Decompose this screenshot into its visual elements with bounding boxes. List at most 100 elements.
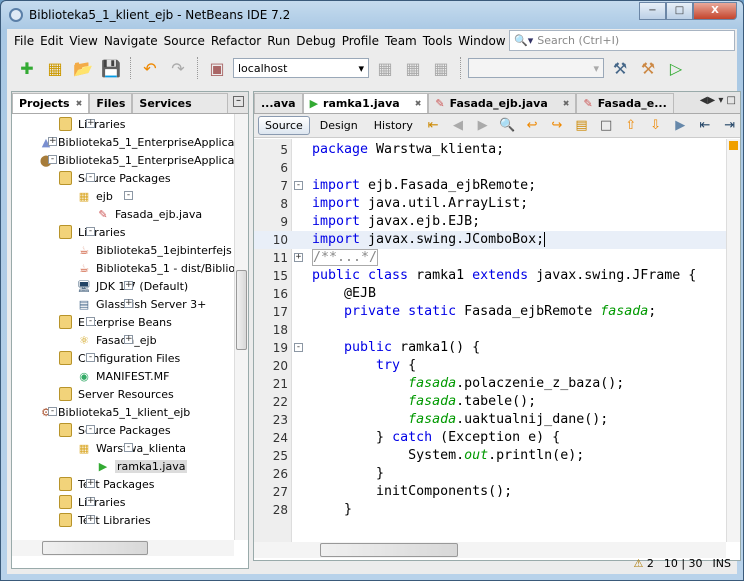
last-edit-icon[interactable]: ⇤: [423, 114, 444, 138]
expand-icon[interactable]: +: [86, 497, 95, 506]
shift-left-icon[interactable]: ⇤: [695, 114, 716, 138]
prev-bookmark-icon[interactable]: ⇧: [621, 114, 642, 138]
find-next-icon[interactable]: ↪: [546, 114, 567, 138]
mode-source[interactable]: Source: [258, 116, 310, 135]
code-line[interactable]: 22 fasada.tabele();: [254, 393, 726, 411]
collapse-fold-icon[interactable]: -: [294, 181, 303, 190]
forward-icon[interactable]: ▶: [472, 114, 493, 138]
menu-view[interactable]: View: [66, 34, 100, 48]
code-line[interactable]: 28 }: [254, 501, 726, 519]
collapse-icon[interactable]: -: [86, 317, 95, 326]
code-line[interactable]: 24 } catch (Exception e) {: [254, 429, 726, 447]
code-line[interactable]: 9 import javax.ejb.EJB;: [254, 213, 726, 231]
code-line[interactable]: 16 @EJB: [254, 285, 726, 303]
tree-item[interactable]: + Libraries: [57, 493, 126, 511]
tab-services[interactable]: Services: [132, 93, 229, 113]
tree-item[interactable]: + Test Packages: [57, 475, 154, 493]
collapse-icon[interactable]: -: [124, 191, 133, 200]
tasks-indicator[interactable]: ⚠ 2: [633, 557, 653, 570]
collapse-icon[interactable]: -: [86, 425, 95, 434]
tree-item[interactable]: ☕ Biblioteka5_1ejbinterfejs - dist: [76, 241, 234, 259]
collapse-fold-icon[interactable]: -: [294, 343, 303, 352]
tree-item[interactable]: + 🖥 JDK 1.7 (Default): [76, 277, 188, 295]
server-select[interactable]: localhost ▾: [233, 58, 369, 78]
code-line[interactable]: 10 import javax.swing.JComboBox;: [254, 231, 726, 249]
tree-item[interactable]: ☕ Biblioteka5_1 - dist/Biblioteka: [76, 259, 234, 277]
expand-icon[interactable]: +: [48, 137, 57, 146]
close-button[interactable]: X: [693, 2, 737, 20]
code-line[interactable]: 23 fasada.uaktualnij_dane();: [254, 411, 726, 429]
minimize-button[interactable]: −: [639, 2, 666, 20]
tab-files[interactable]: Files: [89, 93, 133, 113]
menu-team[interactable]: Team: [382, 34, 420, 48]
collapse-icon[interactable]: -: [124, 443, 133, 452]
undo-icon[interactable]: ↶: [138, 56, 162, 80]
code-line[interactable]: 7- import ejb.Fasada_ejbRemote;: [254, 177, 726, 195]
editor-tab[interactable]: ▶ ramka1.java ✖: [302, 93, 429, 113]
tree-item[interactable]: ▶ ramka1.java: [95, 457, 188, 475]
editor-vertical-scrollbar[interactable]: [726, 139, 740, 542]
menu-navigate[interactable]: Navigate: [101, 34, 161, 48]
code-line[interactable]: 11 + /**...*/: [254, 249, 726, 267]
code-line[interactable]: 25 System.out.println(e);: [254, 447, 726, 465]
expand-icon[interactable]: +: [86, 479, 95, 488]
server-config-icon[interactable]: ▦: [429, 56, 453, 80]
expand-icon[interactable]: +: [86, 119, 95, 128]
tree-item[interactable]: ◉ MANIFEST.MF: [76, 367, 169, 385]
code-line[interactable]: 21 fasada.polaczenie_z_baza();: [254, 375, 726, 393]
collapse-icon[interactable]: -: [86, 227, 95, 236]
menu-tools[interactable]: Tools: [420, 34, 456, 48]
tree-item[interactable]: + Libraries: [57, 115, 126, 133]
code-line[interactable]: 6: [254, 159, 726, 177]
code-line[interactable]: 26 }: [254, 465, 726, 483]
open-project-icon[interactable]: 📂: [71, 56, 95, 80]
menu-run[interactable]: Run: [264, 34, 293, 48]
tree-vertical-scrollbar[interactable]: [234, 114, 248, 540]
menu-refactor[interactable]: Refactor: [208, 34, 264, 48]
collapse-icon[interactable]: -: [86, 353, 95, 362]
menu-window[interactable]: Window: [455, 34, 508, 48]
tree-item[interactable]: +⚛Fasada_ejb: [76, 331, 157, 349]
code-line[interactable]: 8 import java.util.ArrayList;: [254, 195, 726, 213]
code-line[interactable]: 15 public class ramka1 extends javax.swin…: [254, 267, 726, 285]
save-all-icon[interactable]: 💾: [99, 56, 123, 80]
tree-item[interactable]: - Enterprise Beans: [57, 313, 172, 331]
monitor-icon[interactable]: ▣: [205, 56, 229, 80]
redo-icon[interactable]: ↷: [166, 56, 190, 80]
tree-item[interactable]: - ▦ Warstwa_klienta: [76, 439, 186, 457]
expand-icon[interactable]: +: [124, 335, 133, 344]
next-bookmark-icon[interactable]: ⇩: [645, 114, 666, 138]
rect-select-icon[interactable]: □: [596, 114, 617, 138]
collapse-icon[interactable]: -: [48, 155, 57, 164]
search-input[interactable]: 🔍▾ Search (Ctrl+I): [509, 30, 735, 51]
tree-item[interactable]: - ⚙ Biblioteka5_1_klient_ejb: [38, 403, 190, 421]
mode-design[interactable]: Design: [314, 117, 364, 134]
minimize-panel-icon[interactable]: –: [233, 96, 244, 107]
close-icon[interactable]: ✖: [415, 99, 422, 108]
expand-icon[interactable]: +: [124, 281, 133, 290]
tree-item[interactable]: - Source Packages: [57, 421, 171, 439]
tree-item[interactable]: - Libraries: [57, 223, 126, 241]
toggle-bookmark-icon[interactable]: ▶: [670, 114, 691, 138]
tree-item[interactable]: Server Resources: [57, 385, 174, 403]
menu-edit[interactable]: Edit: [37, 34, 66, 48]
tree-item[interactable]: + Test Libraries: [57, 511, 151, 529]
tree-item[interactable]: - ▦ ejb: [76, 187, 133, 205]
tree-item[interactable]: - Configuration Files: [57, 349, 180, 367]
tree-item[interactable]: ✎ Fasada_ejb.java: [95, 205, 202, 223]
deploy-icon[interactable]: ▦: [373, 56, 397, 80]
collapse-icon[interactable]: -: [48, 407, 57, 416]
build-hammer-icon[interactable]: ⚒: [608, 56, 632, 80]
back-icon[interactable]: ◀: [448, 114, 469, 138]
editor-tab[interactable]: ✎ Fasada_ejb.java ✖: [428, 93, 577, 113]
menu-source[interactable]: Source: [161, 34, 208, 48]
menu-profile[interactable]: Profile: [339, 34, 382, 48]
editor-tab[interactable]: ✎ Fasada_e...: [576, 93, 674, 113]
tab-scroll-icon[interactable]: ◀▶ ▾ □: [700, 95, 736, 106]
find-previous-icon[interactable]: ↩: [522, 114, 543, 138]
maximize-button[interactable]: □: [666, 2, 693, 20]
code-line[interactable]: 20 try {: [254, 357, 726, 375]
config-select[interactable]: ▾: [468, 58, 604, 78]
new-project-icon[interactable]: ▦: [43, 56, 67, 80]
expand-icon[interactable]: +: [86, 515, 95, 524]
